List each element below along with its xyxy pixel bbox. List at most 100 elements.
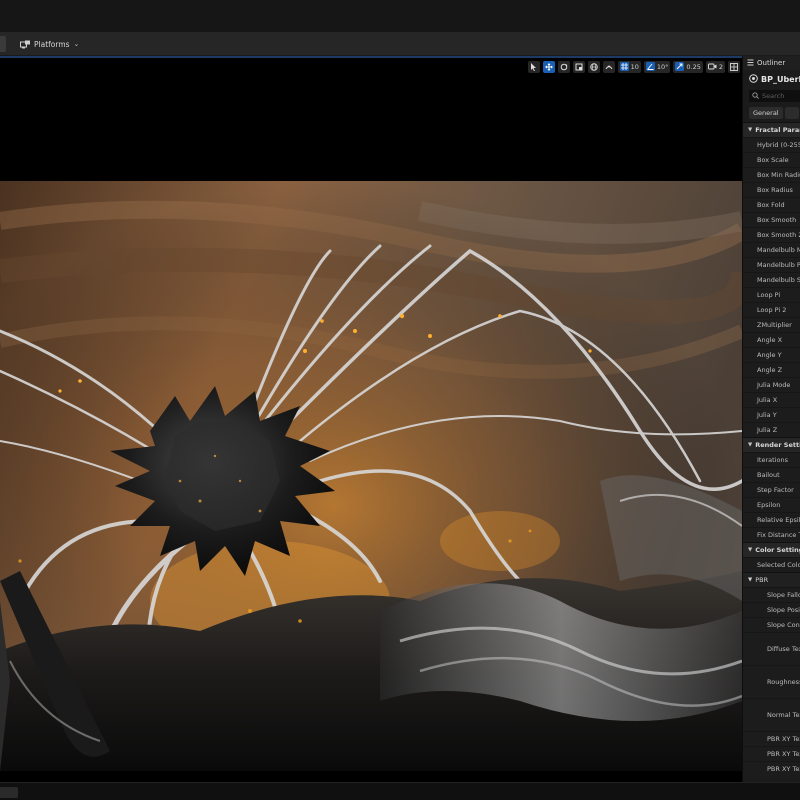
property-label: Loop Pi: [757, 291, 781, 299]
status-bar: [0, 782, 800, 800]
angle-snap-toggle[interactable]: 10°: [643, 60, 671, 73]
grid-snap-icon: [619, 62, 629, 71]
property-row[interactable]: Angle Y: [743, 347, 800, 362]
property-label: Slope Positi: [767, 606, 800, 614]
property-row[interactable]: Hybrid (0-255): [743, 137, 800, 152]
property-row[interactable]: Slope Positi: [743, 602, 800, 617]
property-row[interactable]: Box Smooth 2: [743, 227, 800, 242]
property-row[interactable]: Epsilon: [743, 497, 800, 512]
property-row[interactable]: Box Fold: [743, 197, 800, 212]
collapse-arrow-icon: ▼: [748, 442, 753, 448]
subsection-pbr[interactable]: ▼ PBR: [743, 572, 800, 587]
property-label: PBR XY Tex: [767, 750, 800, 758]
outliner-tab[interactable]: Outliner: [743, 56, 800, 70]
property-row[interactable]: Relative Epsilo: [743, 512, 800, 527]
property-row[interactable]: Julia Z: [743, 422, 800, 437]
property-label: Box Smooth 2: [757, 231, 800, 239]
property-row[interactable]: Box Min Radius: [743, 167, 800, 182]
section-render-settings[interactable]: ▼ Render Setting: [743, 437, 800, 452]
property-row[interactable]: Angle Z: [743, 362, 800, 377]
property-label: Box Radius: [757, 186, 793, 194]
property-row[interactable]: Box Smooth: [743, 212, 800, 227]
camera-speed-button[interactable]: 2: [705, 60, 725, 73]
platforms-button[interactable]: Platforms ⌄: [20, 36, 79, 52]
world-space-icon[interactable]: [587, 60, 600, 73]
property-row[interactable]: Slope Contr: [743, 617, 800, 632]
color-params-list: Selected Color: [743, 557, 800, 572]
property-label: PBR XY Tex: [767, 765, 800, 773]
property-row[interactable]: Mandelbulb Po: [743, 257, 800, 272]
details-search-input[interactable]: Search: [749, 90, 800, 102]
section-title: Fractal Parame: [755, 126, 800, 134]
collapse-arrow-icon: ▼: [748, 547, 753, 553]
property-label: Loop Pi 2: [757, 306, 787, 314]
surface-snap-icon[interactable]: [602, 60, 615, 73]
grid-snap-value: 10: [630, 62, 639, 71]
property-label: Julia X: [757, 396, 778, 404]
section-title: Render Setting: [755, 441, 800, 449]
camera-icon: [707, 63, 717, 70]
property-row[interactable]: Julia X: [743, 392, 800, 407]
property-label: Mandelbulb Sc: [757, 276, 800, 284]
property-row[interactable]: Mandelbulb Sc: [743, 272, 800, 287]
property-label: Selected Color: [757, 561, 800, 569]
translate-mode-icon[interactable]: [542, 60, 555, 73]
property-label: Box Fold: [757, 201, 785, 209]
level-viewport[interactable]: 10 10° 0.25 2: [0, 56, 742, 782]
fractal-render-view[interactable]: [0, 181, 742, 771]
property-row[interactable]: PBR XY Tex: [743, 746, 800, 761]
viewport-toolbar: 10 10° 0.25 2: [527, 60, 740, 73]
render-params-list: Iterations Bailout Step Factor Epsilon Relat…: [743, 452, 800, 542]
property-row[interactable]: Selected Color: [743, 557, 800, 572]
section-color-settings[interactable]: ▼ Color Settings: [743, 542, 800, 557]
title-bar: [0, 0, 800, 32]
property-label: Mandelbulb Mo: [757, 246, 800, 254]
property-row[interactable]: Slope Falloff: [743, 587, 800, 602]
property-label: Box Min Radius: [757, 171, 800, 179]
grid-snap-toggle[interactable]: 10: [617, 60, 641, 73]
property-row[interactable]: Mandelbulb Mo: [743, 242, 800, 257]
property-label: Julia Y: [757, 411, 777, 419]
viewport-layout-icon[interactable]: [728, 60, 740, 73]
scale-snap-value: 0.25: [686, 62, 701, 71]
property-row[interactable]: ZMultiplier: [743, 317, 800, 332]
toolbar-button[interactable]: [0, 36, 6, 52]
property-row[interactable]: Step Factor: [743, 482, 800, 497]
property-row[interactable]: Iterations: [743, 452, 800, 467]
property-row[interactable]: Loop Pi: [743, 287, 800, 302]
property-label: Angle X: [757, 336, 783, 344]
property-row[interactable]: Box Radius: [743, 182, 800, 197]
actor-name: BP_UberB: [761, 74, 800, 84]
scale-snap-toggle[interactable]: 0.25: [673, 60, 703, 73]
property-row[interactable]: Box Scale: [743, 152, 800, 167]
property-row[interactable]: Loop Pi 2: [743, 302, 800, 317]
scale-snap-icon: [675, 62, 685, 71]
property-row[interactable]: Angle X: [743, 332, 800, 347]
property-label: Julia Z: [757, 426, 778, 434]
tab-more[interactable]: [784, 107, 799, 119]
property-label: Slope Falloff: [767, 591, 800, 599]
property-row[interactable]: Bailout: [743, 467, 800, 482]
property-row[interactable]: Fix Distance Tr: [743, 527, 800, 542]
property-row[interactable]: PBR XY Tex: [743, 761, 800, 776]
selected-actor[interactable]: BP_UberB: [743, 70, 800, 88]
rotate-mode-icon[interactable]: [557, 60, 570, 73]
select-mode-icon[interactable]: [527, 60, 540, 73]
section-fractal-parameters[interactable]: ▼ Fractal Parame: [743, 122, 800, 137]
property-row[interactable]: Roughness: [743, 665, 800, 698]
property-row[interactable]: PBR XY Tex: [743, 731, 800, 746]
property-row[interactable]: Julia Y: [743, 407, 800, 422]
scale-mode-icon[interactable]: [572, 60, 585, 73]
property-row[interactable]: Julia Mode: [743, 377, 800, 392]
property-row[interactable]: Normal Tex: [743, 698, 800, 731]
platforms-label: Platforms: [34, 39, 70, 49]
property-label: Bailout: [757, 471, 780, 479]
tab-general[interactable]: General: [749, 107, 783, 119]
property-label: Diffuse Tex: [767, 645, 800, 653]
angle-snap-value: 10°: [656, 62, 669, 71]
property-label: Roughness: [767, 678, 800, 686]
content-drawer-button[interactable]: [0, 787, 18, 798]
property-label: Box Scale: [757, 156, 789, 164]
search-icon: [752, 91, 759, 101]
property-row[interactable]: Diffuse Tex: [743, 632, 800, 665]
